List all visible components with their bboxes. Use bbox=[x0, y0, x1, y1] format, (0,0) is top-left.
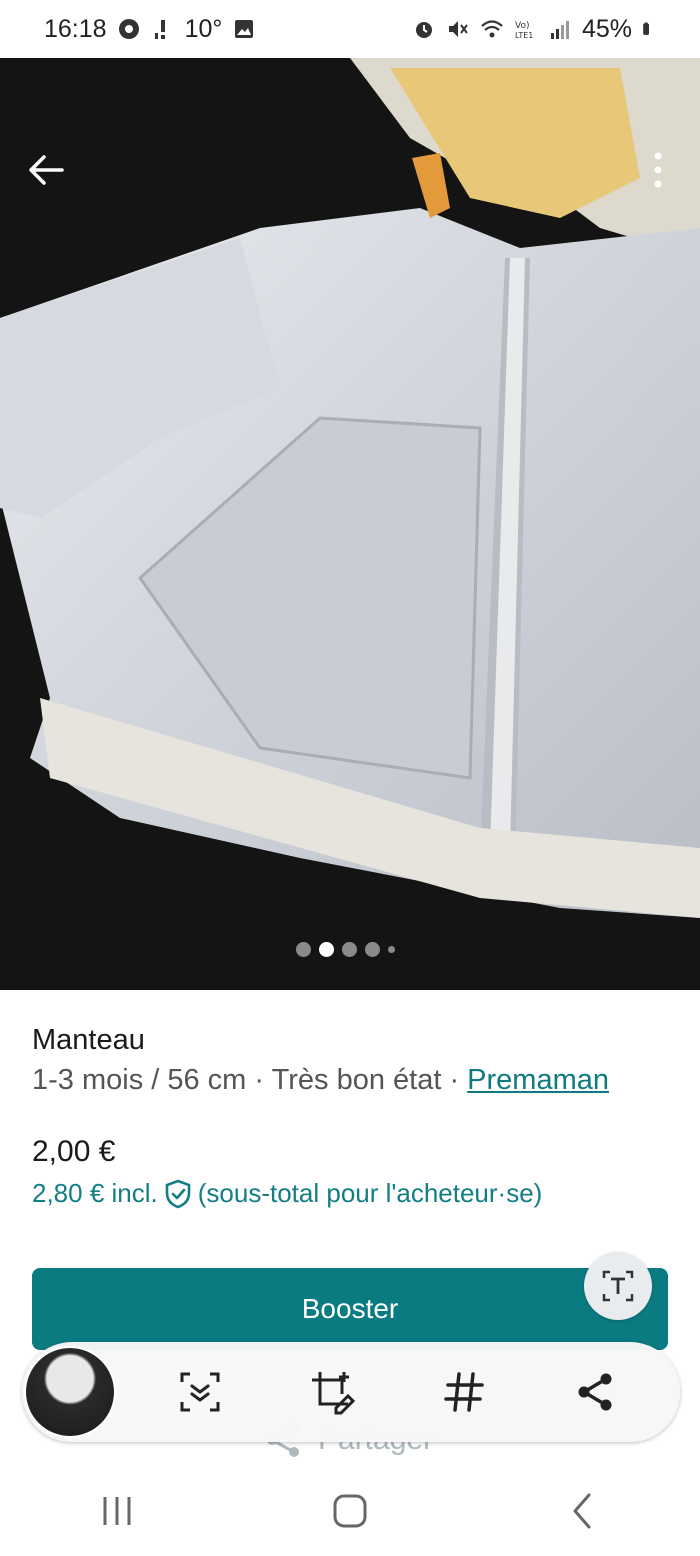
jacket-image bbox=[0, 58, 700, 990]
separator: · bbox=[441, 1064, 468, 1096]
scroll-capture-button[interactable] bbox=[176, 1368, 224, 1416]
volte-icon: Vo)LTE1 bbox=[515, 21, 533, 40]
separator: · bbox=[246, 1064, 272, 1096]
hashtag-button[interactable] bbox=[440, 1368, 488, 1416]
text-extract-icon bbox=[602, 1270, 634, 1302]
item-details: 1-3 mois / 56 cm · Très bon état · Prema… bbox=[32, 1064, 609, 1097]
booster-button[interactable]: Booster bbox=[32, 1268, 668, 1350]
image-icon bbox=[235, 20, 254, 38]
extract-text-button[interactable] bbox=[584, 1252, 652, 1320]
alarm-icon bbox=[415, 22, 432, 38]
pager-dot-active[interactable] bbox=[319, 942, 334, 957]
buyer-note: (sous-total pour l'acheteur·se) bbox=[197, 1178, 543, 1208]
shield-check-icon bbox=[165, 1179, 191, 1208]
buyer-price: 2,80 € incl. bbox=[32, 1178, 158, 1208]
item-size: 1-3 mois / 56 cm bbox=[32, 1064, 247, 1096]
pager-dot[interactable] bbox=[342, 942, 357, 957]
item-price: 2,00 € bbox=[32, 1135, 116, 1168]
more-options-icon[interactable] bbox=[652, 150, 664, 190]
share-button[interactable] bbox=[572, 1368, 620, 1416]
wifi-icon bbox=[481, 20, 503, 38]
pager-dot[interactable] bbox=[365, 942, 380, 957]
status-bar: 16:18 10° Vo) LTE1 45% bbox=[0, 0, 700, 58]
item-condition: Très bon état bbox=[271, 1064, 442, 1096]
item-title: Manteau bbox=[32, 1024, 145, 1056]
buyer-price-info[interactable]: 2,80 € incl. (sous-total pour l'acheteur… bbox=[32, 1178, 542, 1209]
mute-icon bbox=[448, 21, 468, 37]
back-arrow-icon[interactable] bbox=[26, 150, 66, 190]
capture-toolbar bbox=[22, 1342, 680, 1442]
brand-link[interactable]: Premaman bbox=[467, 1064, 609, 1096]
pager-dot[interactable] bbox=[296, 942, 311, 957]
edit-crop-button[interactable] bbox=[308, 1368, 356, 1416]
pager-dot[interactable] bbox=[388, 946, 395, 953]
photo-pager-dots[interactable] bbox=[296, 942, 395, 957]
svg-text:Vo): Vo) bbox=[515, 21, 529, 31]
back-icon[interactable] bbox=[563, 1491, 603, 1531]
alert-icon bbox=[154, 20, 165, 39]
signal-icon bbox=[550, 21, 569, 39]
screenshot-thumbnail[interactable] bbox=[24, 1346, 116, 1438]
product-photo[interactable] bbox=[0, 58, 700, 990]
status-temp: 10° bbox=[184, 14, 223, 43]
svg-text:LTE1: LTE1 bbox=[515, 31, 533, 40]
system-nav-bar bbox=[0, 1466, 700, 1556]
battery-icon bbox=[643, 22, 649, 35]
share-icon bbox=[578, 1373, 612, 1411]
chrome-icon bbox=[118, 19, 139, 39]
status-time: 16:18 bbox=[44, 14, 107, 43]
hashtag-icon bbox=[444, 1372, 484, 1412]
home-icon[interactable] bbox=[330, 1491, 370, 1531]
scroll-capture-icon bbox=[180, 1372, 220, 1412]
edit-crop-icon bbox=[312, 1372, 356, 1415]
booster-label: Booster bbox=[301, 1293, 399, 1324]
status-battery: 45% bbox=[581, 14, 632, 43]
recents-icon[interactable] bbox=[97, 1493, 137, 1529]
